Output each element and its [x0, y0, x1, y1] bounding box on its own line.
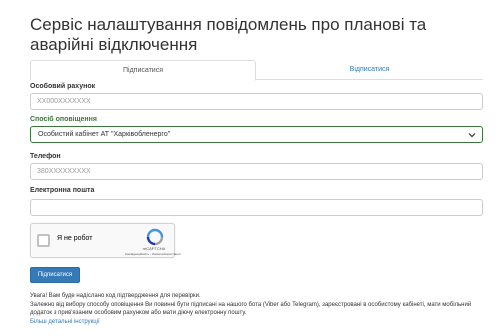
recaptcha-logo-icon — [146, 228, 164, 246]
recaptcha-checkbox[interactable] — [37, 234, 50, 247]
phone-input[interactable] — [30, 163, 483, 180]
instructions-link[interactable]: Більш детальні інструкції — [30, 319, 100, 325]
recaptcha-widget: Я не робот reCAPTCHA Конфіденційність - … — [30, 223, 180, 258]
info-note: Увага! Вам буде надіслано код підтвердже… — [30, 292, 490, 326]
tab-subscribe[interactable]: Підписатися — [30, 60, 256, 81]
recaptcha-brand: reCAPTCHA — [142, 246, 166, 251]
account-input[interactable] — [30, 93, 483, 110]
details-text: Залежно від вибору способу оповіщення Ви… — [30, 301, 472, 317]
chevron-down-icon — [468, 133, 476, 138]
phone-label: Телефон — [30, 153, 61, 160]
email-label: Електронна пошта — [30, 187, 95, 194]
tab-unsubscribe[interactable]: Відписатися — [256, 60, 483, 81]
account-label: Особовий рахунок — [30, 83, 96, 90]
notify-method-label: Спосіб оповіщення — [30, 116, 97, 123]
warning-text: Увага! Вам буде надіслано код підтвердже… — [30, 293, 201, 299]
subscribe-button[interactable]: Підписатися — [30, 267, 80, 283]
email-input[interactable] — [30, 199, 483, 216]
notify-method-value: Особистий кабінет АТ "Харківобленерго" — [38, 131, 171, 138]
tab-bar: Підписатися Відписатися — [30, 60, 483, 81]
recaptcha-label: Я не робот — [57, 235, 93, 242]
notify-method-select[interactable]: Особистий кабінет АТ "Харківобленерго" — [30, 126, 483, 143]
recaptcha-terms[interactable]: Конфіденційність - Умови використання — [125, 252, 180, 256]
page-title: Сервіс налаштування повідомлень про план… — [30, 15, 427, 54]
